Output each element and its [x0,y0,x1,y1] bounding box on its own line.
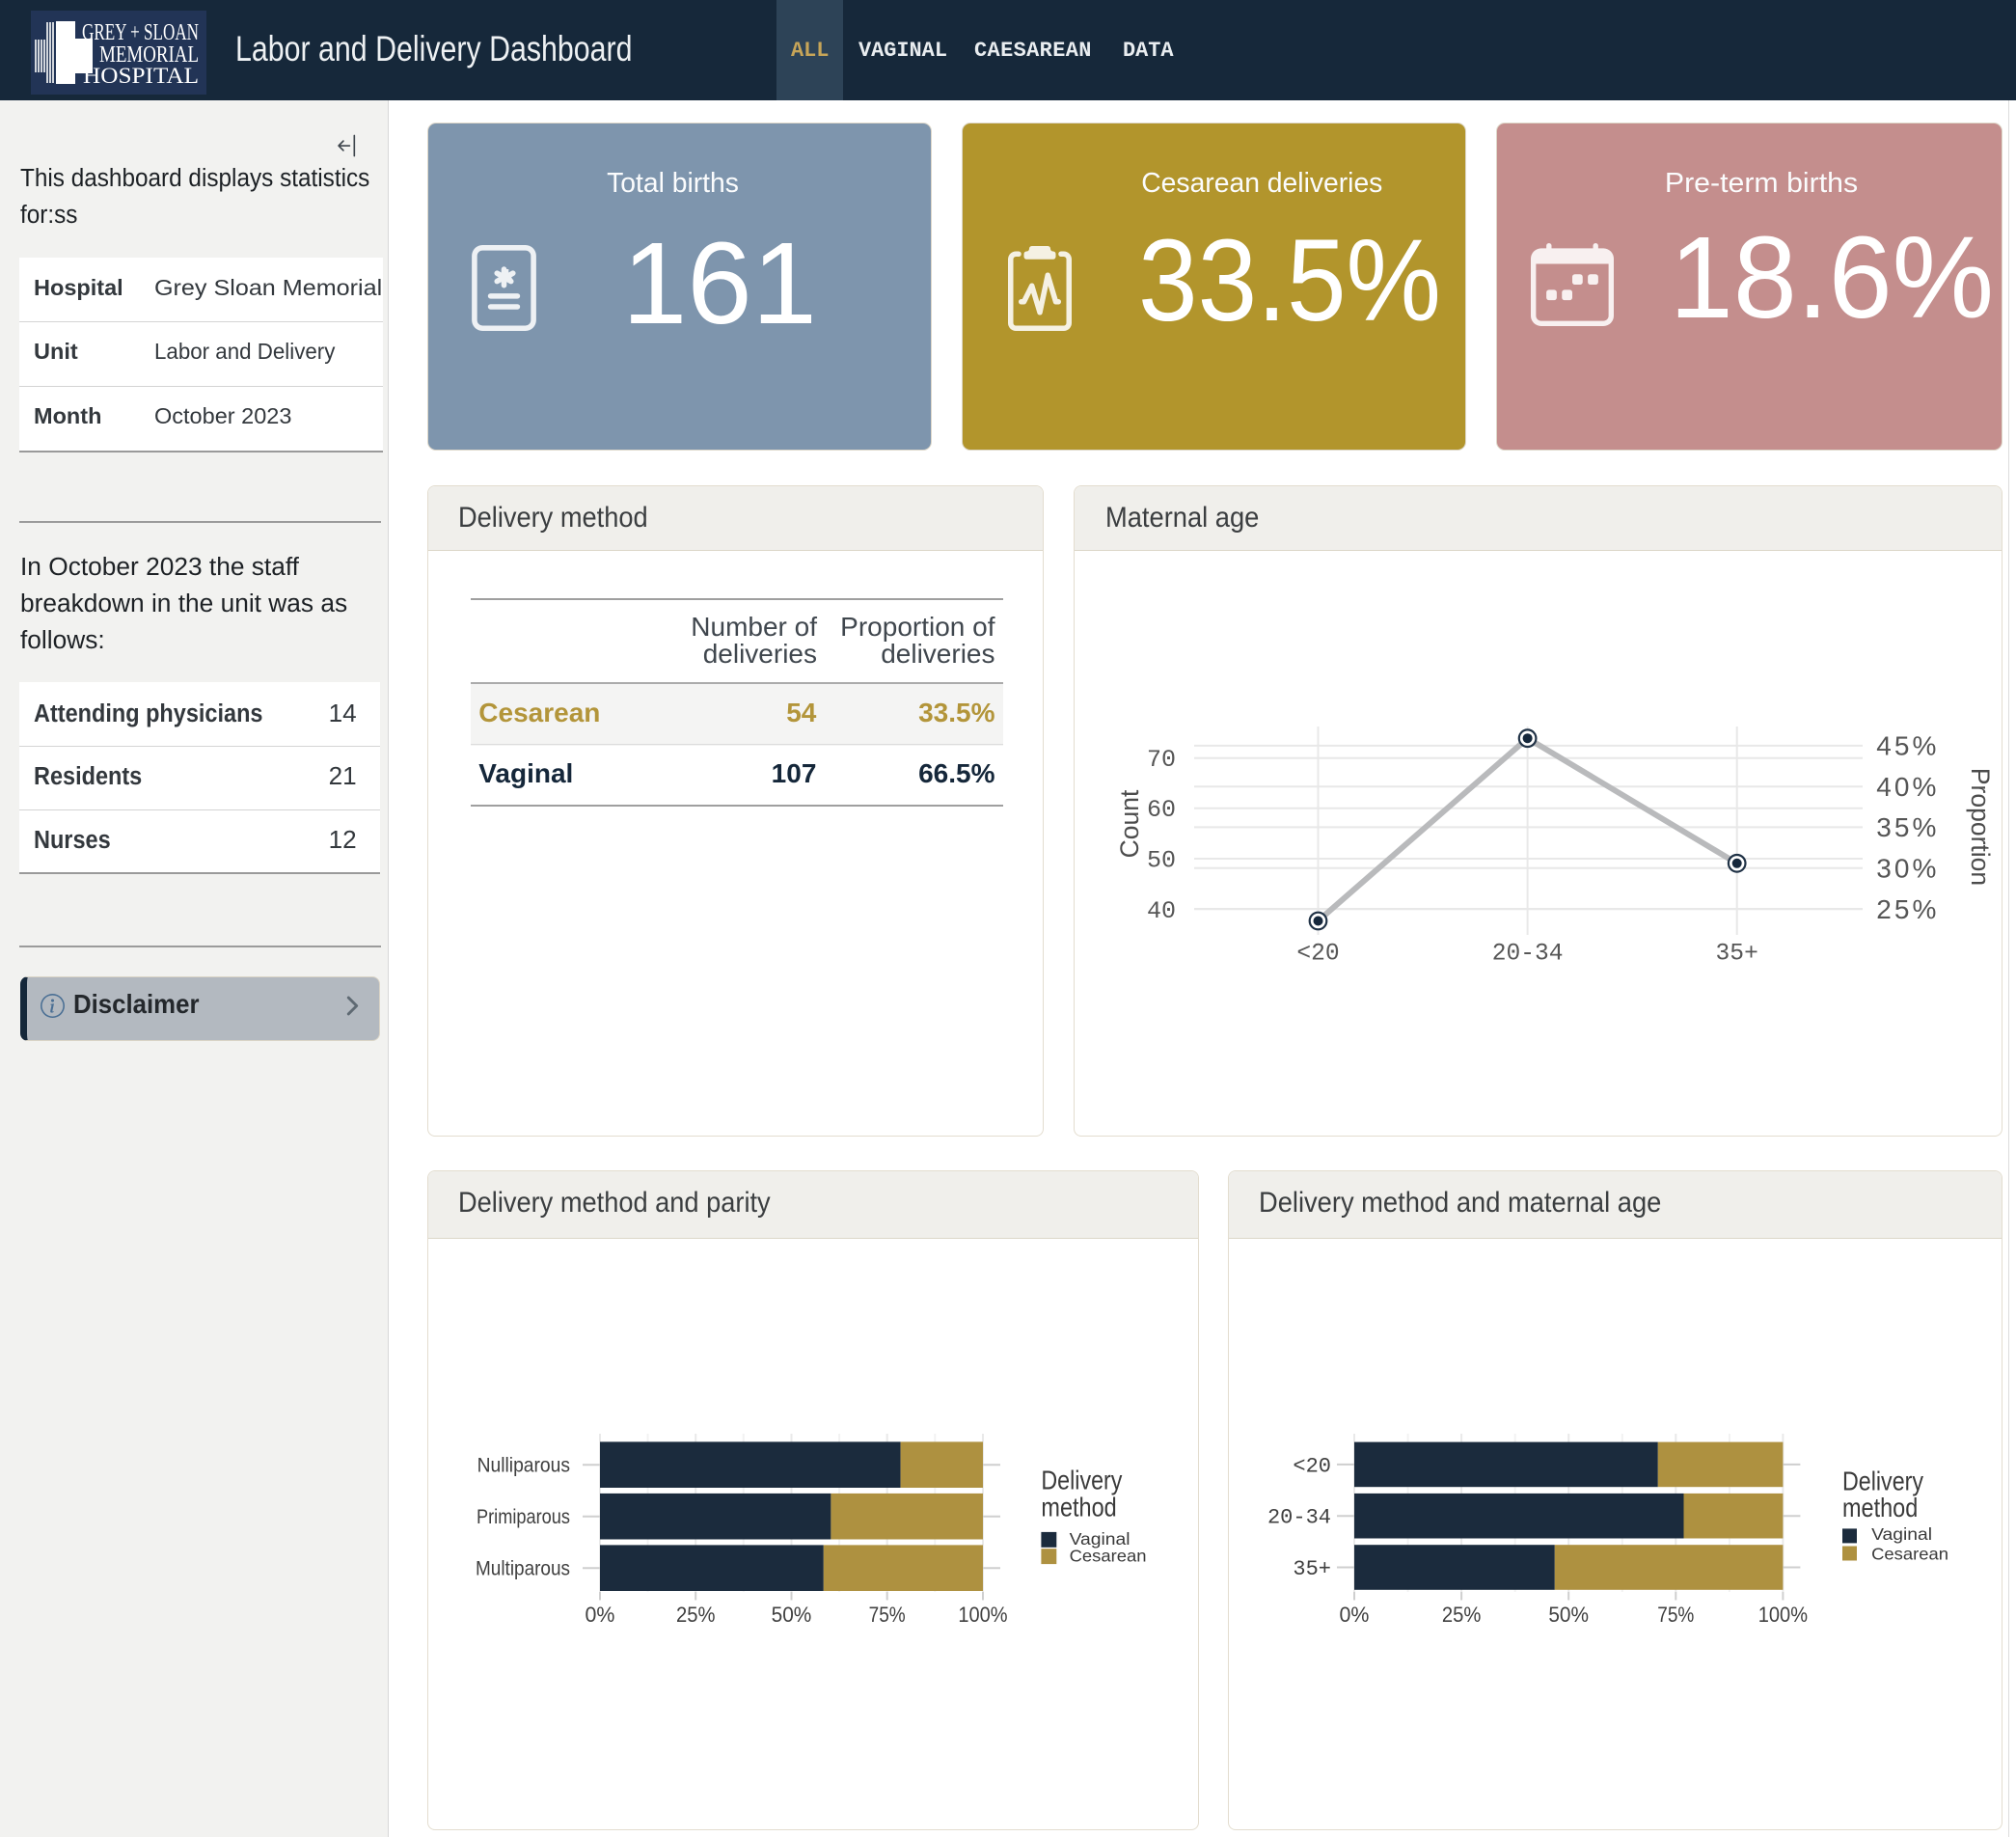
svg-text:Delivery: Delivery [1842,1466,1923,1495]
svg-text:50%: 50% [1549,1603,1590,1627]
svg-text:Nulliparous: Nulliparous [477,1454,570,1477]
svg-text:20-34: 20-34 [1492,941,1564,967]
svg-text:50%: 50% [772,1603,812,1627]
svg-text:30%: 30% [1876,854,1939,884]
svg-text:Cesarean: Cesarean [1871,1544,1948,1563]
svg-text:100%: 100% [1758,1603,1808,1627]
svg-text:method: method [1842,1493,1918,1522]
svg-text:35+: 35+ [1294,1557,1332,1581]
svg-text:Cesarean: Cesarean [1070,1547,1147,1566]
svg-text:35%: 35% [1876,812,1939,842]
svg-text:Vaginal: Vaginal [1871,1524,1932,1544]
svg-text:75%: 75% [869,1603,906,1627]
svg-text:40%: 40% [1876,772,1939,802]
svg-text:HOSPITAL: HOSPITAL [83,64,199,88]
svg-text:70: 70 [1147,746,1176,774]
svg-text:25%: 25% [676,1603,716,1627]
svg-text:100%: 100% [958,1603,1007,1627]
svg-text:50: 50 [1147,847,1176,875]
svg-text:45%: 45% [1876,731,1939,761]
svg-text:method: method [1041,1493,1116,1522]
svg-text:35+: 35+ [1716,941,1758,967]
svg-text:Multiparous: Multiparous [476,1557,570,1580]
svg-text:40: 40 [1147,897,1176,925]
svg-text:Proportion: Proportion [1966,768,1995,886]
svg-text:<20: <20 [1294,1454,1332,1478]
svg-text:0%: 0% [1340,1603,1370,1627]
svg-text:75%: 75% [1658,1603,1695,1627]
svg-text:Primiparous: Primiparous [477,1505,570,1528]
svg-text:Delivery: Delivery [1041,1466,1122,1495]
svg-text:Count: Count [1115,789,1144,858]
svg-text:25%: 25% [1876,894,1939,924]
svg-text:0%: 0% [586,1603,615,1627]
svg-text:60: 60 [1147,796,1176,824]
svg-text:25%: 25% [1442,1603,1482,1627]
svg-text:<20: <20 [1296,941,1339,967]
svg-text:20-34: 20-34 [1267,1506,1331,1530]
